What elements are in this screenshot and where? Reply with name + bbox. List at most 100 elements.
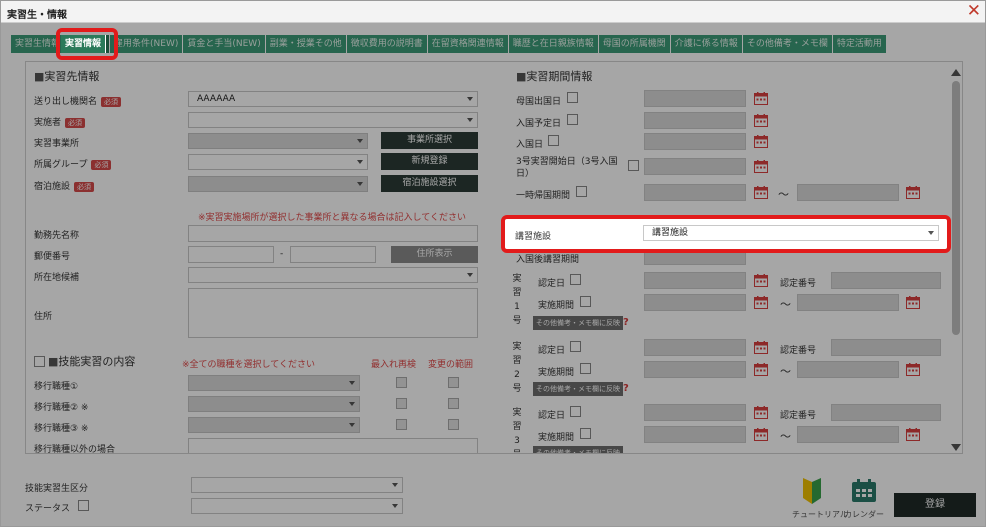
calendar-icon[interactable] bbox=[754, 406, 768, 419]
scroll-thumb[interactable] bbox=[952, 81, 960, 335]
tilde: 〜 bbox=[778, 188, 789, 201]
job3-select[interactable] bbox=[188, 417, 360, 433]
memo-reflect-button[interactable]: その他備考・メモ欄に反映 bbox=[533, 382, 623, 396]
cert-no-input[interactable] bbox=[831, 339, 941, 356]
calendar-icon[interactable] bbox=[906, 428, 920, 441]
lodging-select[interactable] bbox=[188, 176, 368, 192]
calendar-icon[interactable] bbox=[754, 135, 768, 148]
address-display-button[interactable]: 住所表示 bbox=[391, 246, 478, 263]
temp-return-checkbox[interactable] bbox=[576, 186, 587, 197]
home-departure-checkbox[interactable] bbox=[567, 92, 578, 103]
impl-start-input[interactable] bbox=[644, 294, 746, 311]
home-departure-input[interactable] bbox=[644, 90, 746, 107]
vertical-scrollbar[interactable] bbox=[951, 67, 961, 453]
help-icon[interactable]: ? bbox=[623, 317, 629, 328]
calendar-icon[interactable] bbox=[754, 114, 768, 127]
trainee-class-select[interactable] bbox=[191, 477, 403, 493]
cert-no-input[interactable] bbox=[831, 272, 941, 289]
postal-code-1-input[interactable] bbox=[188, 246, 274, 263]
calendar-icon[interactable] bbox=[754, 428, 768, 441]
sending-org-select[interactable]: AAAAAA bbox=[188, 91, 478, 107]
job2-select[interactable] bbox=[188, 396, 360, 412]
impl-period-checkbox[interactable] bbox=[580, 363, 591, 374]
scroll-up-icon[interactable] bbox=[951, 69, 961, 76]
tab-employment[interactable]: 雇用条件(NEW) bbox=[110, 35, 184, 53]
job2-switch-checkbox[interactable] bbox=[396, 398, 407, 409]
impl-period-checkbox[interactable] bbox=[580, 428, 591, 439]
calendar-icon[interactable] bbox=[906, 363, 920, 376]
cert-no-label: 認定番号 bbox=[780, 411, 817, 421]
cert-date-checkbox[interactable] bbox=[570, 274, 581, 285]
tab-memo[interactable]: その他備考・メモ欄 bbox=[742, 35, 833, 53]
cert-date-input[interactable] bbox=[644, 404, 746, 421]
impl-end-input[interactable] bbox=[797, 361, 899, 378]
cert-date-input[interactable] bbox=[644, 272, 746, 289]
calendar-icon[interactable] bbox=[754, 296, 768, 309]
tab-career[interactable]: 職歴と在日親族情報 bbox=[508, 35, 599, 53]
impl-end-input[interactable] bbox=[797, 294, 899, 311]
calendar-icon[interactable] bbox=[754, 341, 768, 354]
job1-switch-checkbox[interactable] bbox=[396, 377, 407, 388]
tab-fees[interactable]: 徴収費用の説明書 bbox=[346, 35, 428, 53]
status-checkbox[interactable] bbox=[78, 500, 89, 511]
implementer-select[interactable] bbox=[188, 112, 478, 128]
calendar-icon[interactable] bbox=[754, 92, 768, 105]
memo-reflect-button[interactable]: その他備考・メモ欄に反映 bbox=[533, 316, 623, 330]
workplace-input[interactable] bbox=[188, 225, 478, 242]
job-other-input[interactable] bbox=[188, 438, 478, 453]
impl-end-input[interactable] bbox=[797, 426, 899, 443]
office-select[interactable] bbox=[188, 133, 368, 149]
calendar-icon[interactable] bbox=[754, 363, 768, 376]
status-select[interactable] bbox=[191, 498, 403, 514]
cert-date-checkbox[interactable] bbox=[570, 341, 581, 352]
tutorial-icon[interactable] bbox=[801, 478, 823, 504]
temp-return-end-input[interactable] bbox=[797, 184, 899, 201]
office-select-button[interactable]: 事業所選択 bbox=[381, 132, 478, 149]
job3-change-checkbox[interactable] bbox=[448, 419, 459, 430]
register-button[interactable]: 登録 bbox=[894, 493, 976, 517]
impl-start-input[interactable] bbox=[644, 426, 746, 443]
address-textarea[interactable] bbox=[188, 288, 478, 338]
calendar-icon[interactable] bbox=[906, 296, 920, 309]
memo-reflect-button[interactable]: その他備考・メモ欄に反映 bbox=[533, 446, 623, 453]
entry-date-checkbox[interactable] bbox=[548, 135, 559, 146]
start-3go-checkbox[interactable] bbox=[628, 160, 639, 171]
highlight-frame-lecture bbox=[501, 215, 951, 253]
calendar-icon[interactable] bbox=[906, 186, 920, 199]
calendar-icon[interactable] bbox=[754, 160, 768, 173]
tab-home-org[interactable]: 母国の所属機関 bbox=[598, 35, 671, 53]
lodging-select-button[interactable]: 宿泊施設選択 bbox=[381, 175, 478, 192]
job1-change-checkbox[interactable] bbox=[448, 377, 459, 388]
calendar-icon[interactable] bbox=[754, 274, 768, 287]
cert-date-checkbox[interactable] bbox=[570, 406, 581, 417]
group-select[interactable] bbox=[188, 154, 368, 170]
job2-change-checkbox[interactable] bbox=[448, 398, 459, 409]
prefecture-select[interactable] bbox=[188, 267, 478, 283]
new-register-button[interactable]: 新規登録 bbox=[381, 153, 478, 170]
scroll-down-icon[interactable] bbox=[951, 444, 961, 451]
impl-start-input[interactable] bbox=[644, 361, 746, 378]
entry-planned-input[interactable] bbox=[644, 112, 746, 129]
skill-checkbox[interactable] bbox=[34, 356, 45, 367]
tab-wages[interactable]: 賃金と手当(NEW) bbox=[183, 35, 266, 53]
tab-residence[interactable]: 在留資格関連情報 bbox=[427, 35, 509, 53]
impl-period-checkbox[interactable] bbox=[580, 296, 591, 307]
temp-return-start-input[interactable] bbox=[644, 184, 746, 201]
entry-planned-checkbox[interactable] bbox=[567, 114, 578, 125]
job1-select[interactable] bbox=[188, 375, 360, 391]
close-icon[interactable]: ✕ bbox=[967, 1, 981, 21]
entry-date-input[interactable] bbox=[644, 133, 746, 150]
tab-care[interactable]: 介護に係る情報 bbox=[670, 35, 743, 53]
job3-switch-checkbox[interactable] bbox=[396, 419, 407, 430]
start-3go-input[interactable] bbox=[644, 158, 746, 175]
calendar-icon[interactable] bbox=[754, 186, 768, 199]
tab-special[interactable]: 特定活動用 bbox=[832, 35, 887, 53]
cert-no-input[interactable] bbox=[831, 404, 941, 421]
calendar-app-icon[interactable] bbox=[851, 479, 877, 503]
highlight-frame-tab bbox=[56, 28, 118, 60]
cert-date-input[interactable] bbox=[644, 339, 746, 356]
skill-section-title: ■技能実習の内容 bbox=[48, 355, 136, 368]
postal-code-2-input[interactable] bbox=[290, 246, 376, 263]
tab-side-job[interactable]: 副業・授業その他 bbox=[265, 35, 347, 53]
help-icon[interactable]: ? bbox=[623, 383, 629, 394]
